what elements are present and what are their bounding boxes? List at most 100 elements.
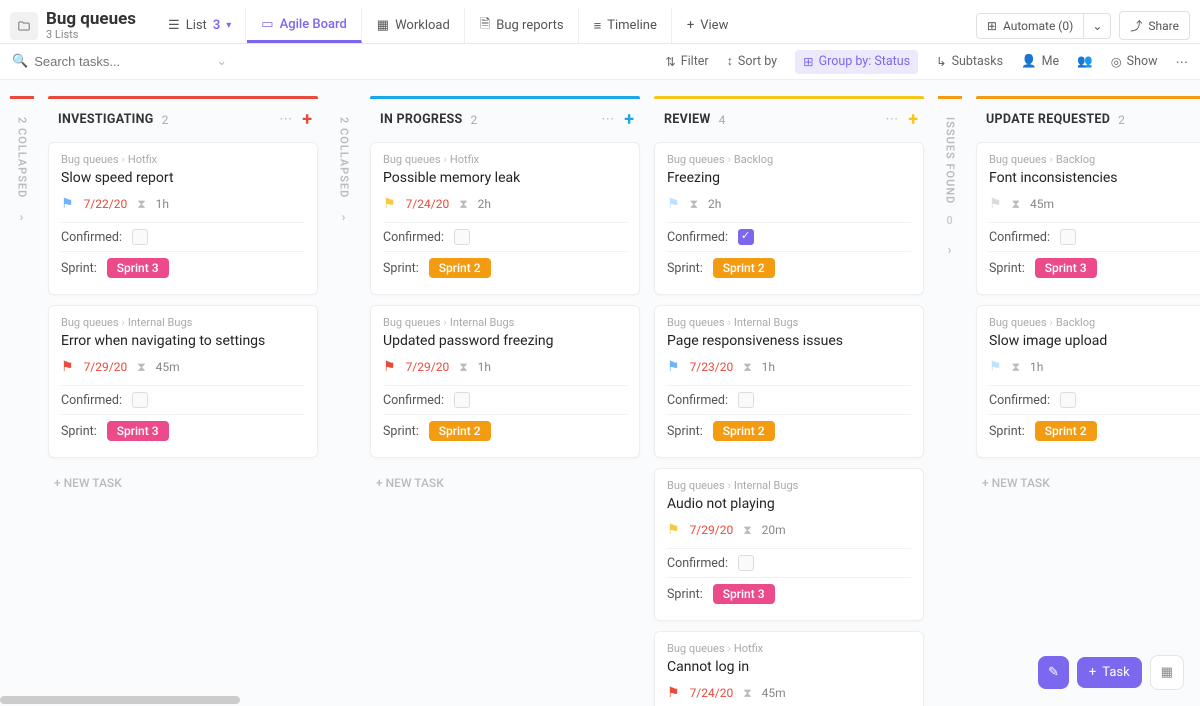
- column-review: REVIEW 4 ⋯ + Bug queues›Backlog Freezing…: [654, 96, 924, 706]
- dots-icon[interactable]: ⋯: [885, 112, 898, 127]
- sprint-pill[interactable]: Sprint 2: [1035, 421, 1097, 441]
- sprint-pill[interactable]: Sprint 3: [107, 258, 169, 278]
- flag-icon[interactable]: ⚑: [383, 196, 396, 212]
- breadcrumb: Bug queues›Internal Bugs: [383, 316, 627, 329]
- confirmed-label: Confirmed:: [61, 230, 122, 245]
- sprint-pill[interactable]: Sprint 3: [1035, 258, 1097, 278]
- tab-agile[interactable]: ▭ Agile Board: [247, 8, 362, 43]
- sprint-pill[interactable]: Sprint 2: [713, 421, 775, 441]
- task-card[interactable]: Bug queues›Hotfix Cannot log in ⚑ 7/24/2…: [654, 631, 924, 706]
- collapsed-count: 0: [946, 214, 953, 227]
- flag-icon[interactable]: ⚑: [667, 685, 680, 701]
- page-subtitle: 3 Lists: [46, 29, 136, 41]
- tab-add-view[interactable]: + View: [673, 8, 743, 43]
- confirmed-checkbox[interactable]: [454, 392, 470, 408]
- filter-button[interactable]: ⇅Filter: [665, 54, 708, 70]
- sprint-pill[interactable]: Sprint 3: [713, 584, 775, 604]
- flag-icon[interactable]: ⚑: [667, 196, 680, 212]
- more-menu[interactable]: ⋯: [1176, 54, 1189, 70]
- sprint-pill[interactable]: Sprint 2: [429, 258, 491, 278]
- flag-icon[interactable]: ⚑: [667, 522, 680, 538]
- task-card[interactable]: Bug queues›Backlog Slow image upload ⚑ ⧗…: [976, 305, 1200, 458]
- sortby-label: Sort by: [738, 54, 777, 69]
- collapsed-column[interactable]: ISSUES FOUND0›: [938, 96, 962, 257]
- automate-group: ⊞ Automate (0) ⌄: [976, 13, 1112, 39]
- board[interactable]: 2 COLLAPSED› INVESTIGATING 2 ⋯ + Bug que…: [0, 80, 1200, 706]
- confirmed-checkbox[interactable]: [454, 229, 470, 245]
- tab-list[interactable]: ☰ List 3 ▾: [154, 8, 246, 43]
- flag-icon[interactable]: ⚑: [383, 359, 396, 375]
- task-card[interactable]: Bug queues›Internal Bugs Audio not playi…: [654, 468, 924, 621]
- flag-icon[interactable]: ⚑: [989, 359, 1002, 375]
- confirmed-checkbox[interactable]: [738, 555, 754, 571]
- me-button[interactable]: 👤Me: [1021, 54, 1059, 69]
- task-title: Error when navigating to settings: [61, 333, 305, 349]
- pencil-icon: ✎: [1048, 665, 1059, 680]
- confirmed-checkbox[interactable]: [738, 392, 754, 408]
- sprint-pill[interactable]: Sprint 2: [429, 421, 491, 441]
- groupby-label: Group by: Status: [819, 54, 911, 69]
- tab-view-label: View: [700, 18, 728, 33]
- flag-icon[interactable]: ⚑: [667, 359, 680, 375]
- show-button[interactable]: ◎Show: [1111, 54, 1158, 70]
- confirmed-row: Confirmed:: [383, 222, 627, 251]
- sortby-button[interactable]: ↕Sort by: [727, 54, 777, 69]
- flag-icon[interactable]: ⚑: [61, 196, 74, 212]
- sprint-label: Sprint:: [989, 261, 1025, 276]
- folder-icon[interactable]: [10, 12, 38, 40]
- task-card[interactable]: Bug queues›Internal Bugs Page responsive…: [654, 305, 924, 458]
- confirmed-checkbox[interactable]: [738, 229, 754, 245]
- quick-create-button[interactable]: ✎: [1038, 656, 1069, 689]
- confirmed-checkbox[interactable]: [1060, 229, 1076, 245]
- new-task-link[interactable]: + NEW TASK: [976, 468, 1200, 498]
- task-card[interactable]: Bug queues›Internal Bugs Error when navi…: [48, 305, 318, 458]
- column-title: IN PROGRESS: [380, 112, 463, 127]
- share-button[interactable]: ⤴ Share: [1119, 11, 1190, 40]
- column-body: Bug queues›Backlog Font inconsistencies …: [976, 142, 1200, 498]
- assignees-button[interactable]: 👥: [1077, 54, 1093, 69]
- tab-timeline[interactable]: ≡ Timeline: [580, 8, 672, 43]
- search-field[interactable]: 🔍 ⌄: [12, 54, 212, 69]
- search-input[interactable]: [34, 54, 210, 69]
- subtasks-button[interactable]: ↳Subtasks: [936, 54, 1003, 70]
- task-card[interactable]: Bug queues›Backlog Font inconsistencies …: [976, 142, 1200, 295]
- confirmed-checkbox[interactable]: [1060, 392, 1076, 408]
- confirmed-checkbox[interactable]: [132, 229, 148, 245]
- new-task-link[interactable]: + NEW TASK: [370, 468, 640, 498]
- flag-icon[interactable]: ⚑: [989, 196, 1002, 212]
- groupby-button[interactable]: ⊞Group by: Status: [795, 50, 918, 74]
- confirmed-label: Confirmed:: [383, 230, 444, 245]
- automate-dropdown[interactable]: ⌄: [1084, 13, 1111, 39]
- flag-icon[interactable]: ⚑: [61, 359, 74, 375]
- new-task-button[interactable]: +Task: [1077, 657, 1142, 688]
- dots-icon[interactable]: ⋯: [601, 112, 614, 127]
- new-task-link[interactable]: + NEW TASK: [48, 468, 318, 498]
- hourglass-icon: ⧗: [743, 523, 751, 538]
- task-card[interactable]: Bug queues›Hotfix Possible memory leak ⚑…: [370, 142, 640, 295]
- chevron-down-icon[interactable]: ⌄: [216, 54, 227, 69]
- dots-icon[interactable]: ⋯: [279, 112, 292, 127]
- breadcrumb: Bug queues›Backlog: [989, 153, 1200, 166]
- time-estimate: 45m: [156, 360, 180, 374]
- tab-bugreports[interactable]: 🗎 Bug reports: [466, 8, 579, 43]
- task-card[interactable]: Bug queues›Internal Bugs Updated passwor…: [370, 305, 640, 458]
- task-card[interactable]: Bug queues›Backlog Freezing ⚑ ⧗ 2h Confi…: [654, 142, 924, 295]
- collapsed-column[interactable]: 2 COLLAPSED›: [10, 96, 34, 224]
- add-task-button[interactable]: +: [908, 109, 918, 130]
- sprint-row: Sprint: Sprint 2: [383, 251, 627, 284]
- time-estimate: 1h: [156, 197, 169, 211]
- automate-button[interactable]: ⊞ Automate (0): [976, 13, 1084, 39]
- add-task-button[interactable]: +: [624, 109, 634, 130]
- sprint-pill[interactable]: Sprint 2: [713, 258, 775, 278]
- add-task-button[interactable]: +: [302, 109, 312, 130]
- sprint-pill[interactable]: Sprint 3: [107, 421, 169, 441]
- tab-workload[interactable]: ▦ Workload: [363, 8, 465, 43]
- h-scrollbar[interactable]: [0, 696, 240, 704]
- confirmed-checkbox[interactable]: [132, 392, 148, 408]
- show-label: Show: [1127, 54, 1158, 69]
- task-card[interactable]: Bug queues›Hotfix Slow speed report ⚑ 7/…: [48, 142, 318, 295]
- apps-button[interactable]: ▦: [1150, 655, 1184, 690]
- column-body: Bug queues›Hotfix Possible memory leak ⚑…: [370, 142, 640, 498]
- collapsed-column[interactable]: 2 COLLAPSED›: [332, 96, 356, 224]
- top-header: Bug queues 3 Lists ☰ List 3 ▾ ▭ Agile Bo…: [0, 0, 1200, 44]
